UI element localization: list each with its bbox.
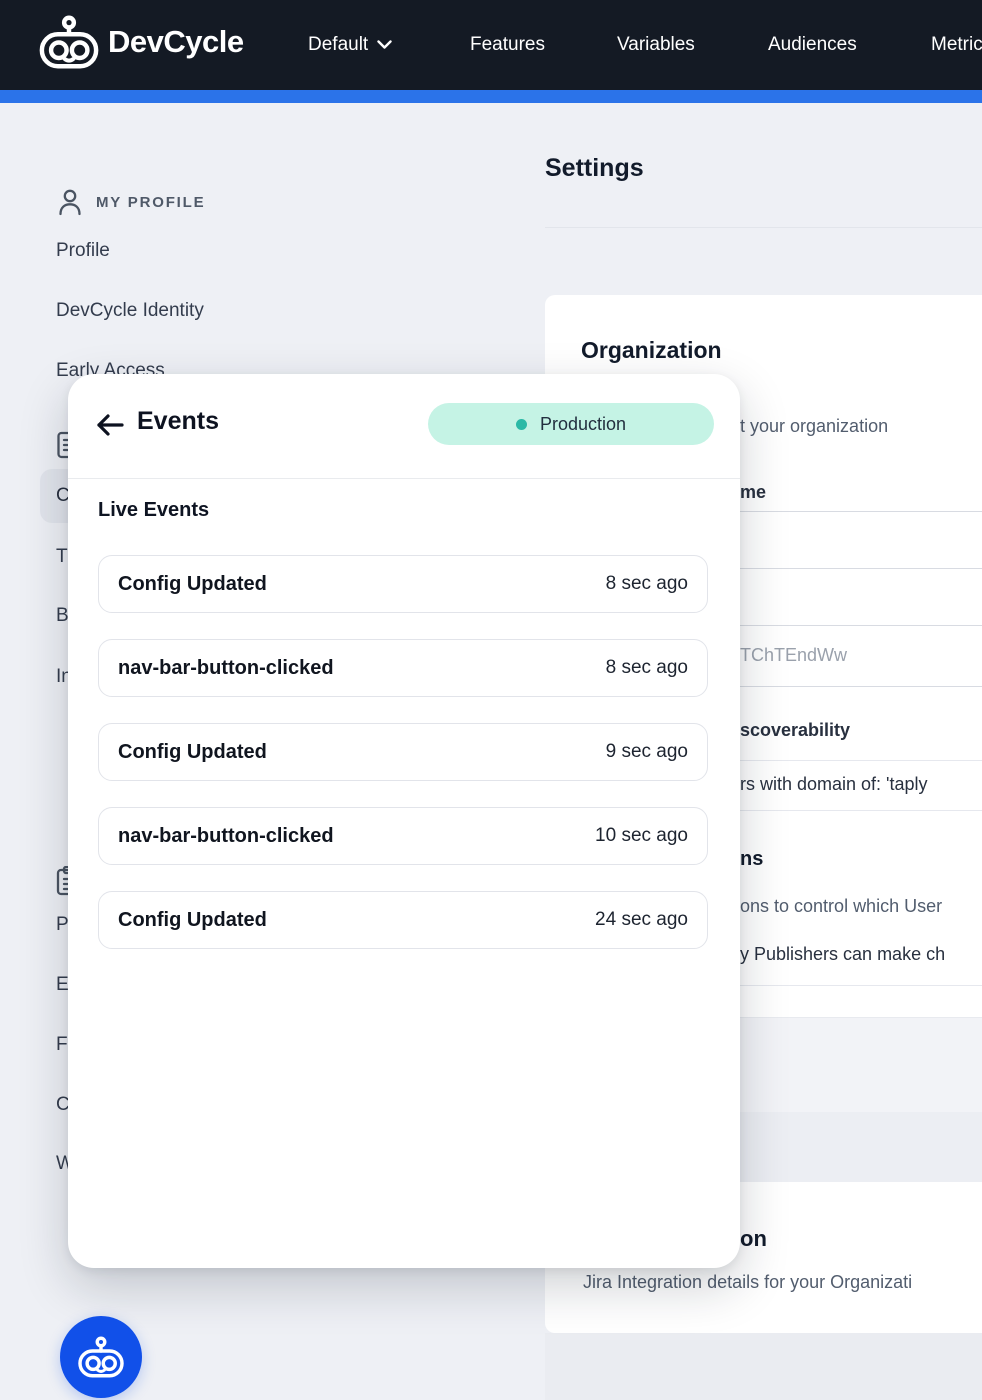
event-time: 8 sec ago — [606, 573, 688, 595]
nav-link-features[interactable]: Features — [470, 0, 545, 90]
sidebar-section-my-profile: MY PROFILE — [58, 188, 205, 216]
environment-badge[interactable]: Production — [428, 403, 714, 445]
event-name: Config Updated — [118, 573, 267, 596]
divider — [737, 985, 982, 986]
modal-header-divider — [68, 478, 740, 479]
environment-badge-label: Production — [540, 414, 626, 435]
sidebar-item-team-partial[interactable]: T — [56, 546, 68, 568]
event-time: 8 sec ago — [606, 657, 688, 679]
permissions-heading-fragment: ns — [740, 848, 763, 871]
page-title: Settings — [545, 154, 644, 183]
page-bottom-band — [545, 1333, 982, 1400]
org-id-value-fragment: TChTEndWw — [740, 645, 847, 666]
sidebar-item-f-partial[interactable]: F — [56, 1034, 68, 1056]
event-name: nav-bar-button-clicked — [118, 657, 334, 680]
org-name-input-bottom-border — [737, 568, 982, 569]
event-time: 9 sec ago — [606, 741, 688, 763]
jira-card-description: Jira Integration details for your Organi… — [583, 1272, 912, 1293]
nav-link-metrics[interactable]: Metrics — [931, 0, 982, 90]
sidebar-item-p-partial[interactable]: P — [56, 914, 69, 936]
sidebar-item-devcycle-identity[interactable]: DevCycle Identity — [56, 300, 204, 322]
event-row[interactable]: Config Updated 24 sec ago — [98, 891, 708, 949]
divider — [737, 810, 982, 811]
sidebar-item-profile[interactable]: Profile — [56, 240, 110, 262]
event-time: 10 sec ago — [595, 825, 688, 847]
nav-link-variables[interactable]: Variables — [617, 0, 695, 90]
sidebar-item-e-partial[interactable]: E — [56, 974, 69, 996]
event-row[interactable]: Config Updated 8 sec ago — [98, 555, 708, 613]
nav-link-audiences[interactable]: Audiences — [768, 0, 857, 90]
event-row[interactable]: Config Updated 9 sec ago — [98, 723, 708, 781]
organization-card-title: Organization — [581, 337, 722, 364]
event-row[interactable]: nav-bar-button-clicked 8 sec ago — [98, 639, 708, 697]
brand-name: DevCycle — [108, 24, 244, 60]
event-row[interactable]: nav-bar-button-clicked 10 sec ago — [98, 807, 708, 865]
event-time: 24 sec ago — [595, 909, 688, 931]
live-events-title: Live Events — [98, 499, 209, 522]
devcycle-robot-icon — [38, 13, 100, 71]
jira-card-title-fragment: on — [740, 1226, 767, 1252]
org-id-input-bottom-border — [737, 686, 982, 687]
org-name-input-top-border[interactable] — [737, 511, 982, 512]
event-name: nav-bar-button-clicked — [118, 825, 334, 848]
brand[interactable]: DevCycle — [38, 13, 244, 71]
accent-bar — [0, 90, 982, 103]
top-navbar: DevCycle Default Features Variables Audi… — [0, 0, 982, 90]
devcycle-robot-icon — [77, 1335, 125, 1379]
environment-dot-icon — [516, 419, 527, 430]
organization-description-fragment: t your organization — [740, 416, 888, 437]
sidebar-section-header: MY PROFILE — [96, 194, 205, 211]
app-window: DevCycle Default Features Variables Audi… — [0, 0, 982, 1400]
event-name: Config Updated — [118, 741, 267, 764]
divider — [737, 760, 982, 761]
chevron-down-icon — [377, 40, 392, 50]
events-modal: Events Production Live Events Config Upd… — [68, 374, 740, 1268]
org-id-input-top-border[interactable] — [737, 625, 982, 626]
project-selector[interactable]: Default — [308, 0, 392, 90]
domain-text-fragment: rs with domain of: 'taply — [740, 774, 928, 795]
discoverability-label-fragment: scoverability — [740, 720, 850, 741]
organization-name-label-fragment: me — [740, 482, 766, 503]
event-name: Config Updated — [118, 909, 267, 932]
person-icon — [58, 188, 82, 216]
sidebar-item-billing-partial[interactable]: B — [56, 605, 69, 627]
assistant-fab-button[interactable] — [60, 1316, 142, 1398]
permissions-desc-fragment: ons to control which User — [740, 896, 942, 917]
publishers-text-fragment: y Publishers can make ch — [740, 944, 945, 965]
project-selector-label: Default — [308, 34, 368, 56]
back-button[interactable] — [92, 407, 128, 443]
events-modal-header: Events Production — [68, 374, 740, 478]
back-arrow-icon — [95, 412, 125, 438]
page-title-divider — [545, 227, 982, 228]
events-modal-title: Events — [137, 407, 219, 436]
